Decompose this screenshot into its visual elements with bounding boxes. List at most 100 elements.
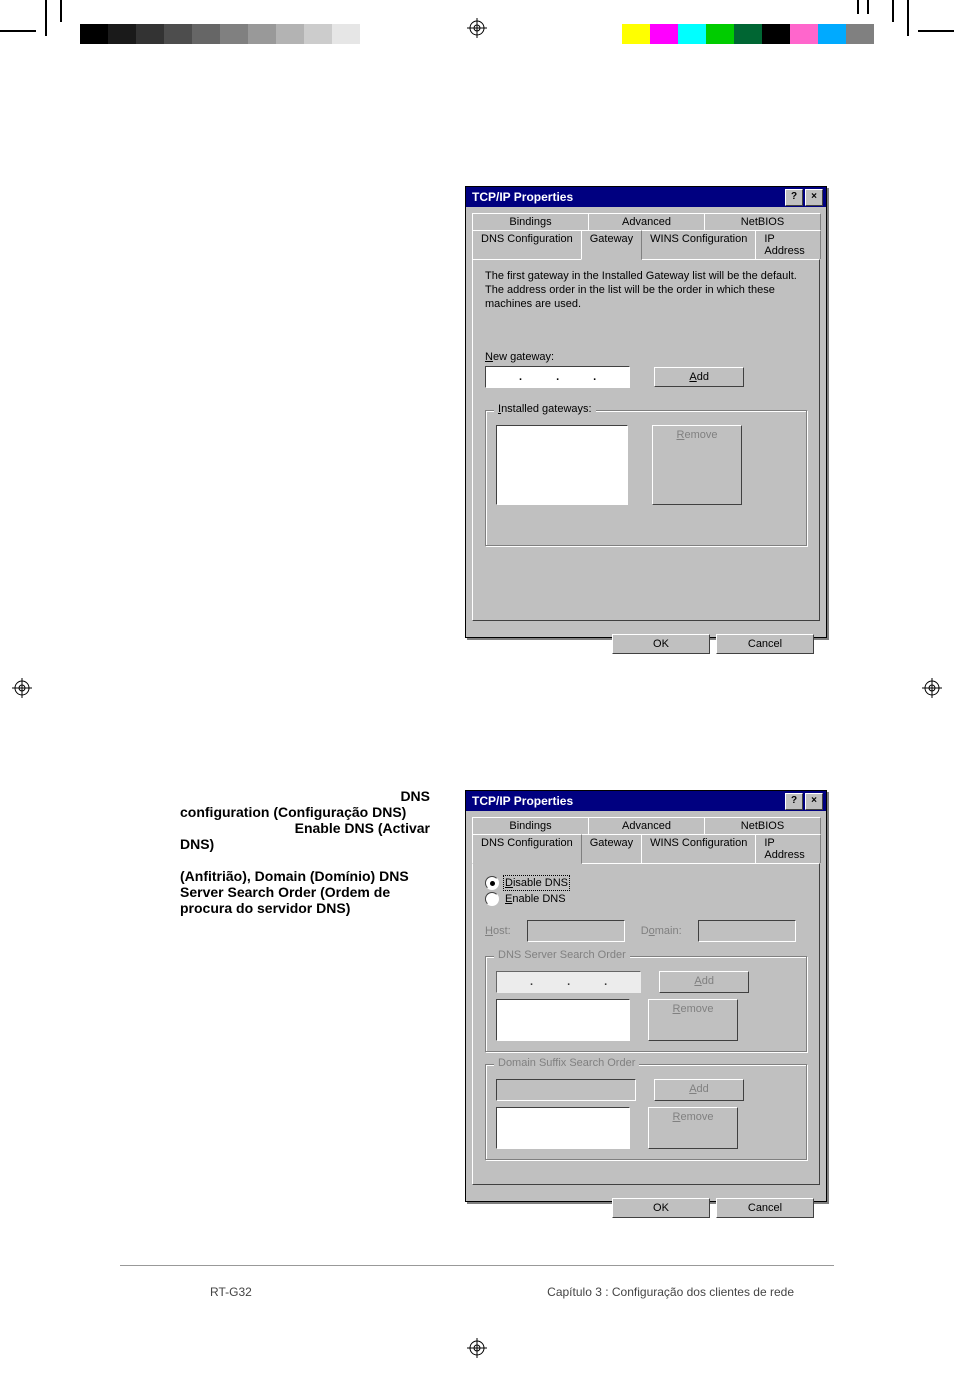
ip-octet-2[interactable] (534, 972, 566, 992)
cancel-button[interactable]: Cancel (716, 634, 814, 654)
titlebar[interactable]: TCP/IP Properties ? × (466, 791, 826, 811)
disable-dns-radio[interactable]: Disable DNS (485, 876, 807, 890)
tcpip-properties-dialog-dns: TCP/IP Properties ? × Bindings Advanced … (465, 790, 827, 1202)
ip-octet-1[interactable] (497, 972, 529, 992)
crop-mark (45, 0, 47, 36)
ip-octet-4[interactable] (597, 367, 629, 387)
body-paragraph-2: (Anfitrião), Domain (Domínio) DNS Server… (180, 868, 430, 916)
radio-icon (485, 876, 499, 890)
text-line: DNS (180, 788, 430, 804)
close-button[interactable]: × (805, 189, 823, 206)
titlebar[interactable]: TCP/IP Properties ? × (466, 187, 826, 207)
tab-bindings[interactable]: Bindings (472, 213, 589, 230)
footer-model: RT-G32 (210, 1285, 252, 1299)
radio-icon (485, 892, 499, 906)
suffix-add-button[interactable]: Add (654, 1079, 744, 1101)
installed-gateways-label: Installed gateways: (494, 403, 596, 415)
registration-mark-icon (12, 678, 32, 698)
ok-button[interactable]: OK (612, 1198, 710, 1218)
registration-mark-icon (467, 1338, 487, 1358)
text-line: (Anfitrião), Domain (Domínio) (180, 868, 375, 884)
tab-advanced[interactable]: Advanced (588, 817, 705, 834)
tabstrip: Bindings Advanced NetBIOS DNS Configurat… (472, 817, 820, 863)
domain-input[interactable] (698, 920, 796, 942)
tab-advanced[interactable]: Advanced (588, 213, 705, 230)
suffix-remove-button[interactable]: Remove (648, 1107, 738, 1149)
new-gateway-ip-input[interactable]: . . . (485, 366, 630, 388)
tab-ip-address[interactable]: IP Address (755, 834, 821, 863)
tab-gateway[interactable]: Gateway (581, 834, 642, 863)
host-label: Host: (485, 925, 511, 937)
help-button[interactable]: ? (785, 793, 803, 810)
installed-gateways-listbox[interactable] (496, 425, 628, 505)
installed-gateways-group: Installed gateways: Remove (485, 410, 807, 546)
cmyk-color-bar (622, 24, 874, 44)
host-input[interactable] (527, 920, 625, 942)
text-line: configuration (Configuração DNS) (180, 804, 430, 820)
crop-mark (0, 30, 36, 32)
disable-dns-label: Disable DNS (505, 877, 568, 889)
text-line: DNS) (180, 836, 430, 852)
tab-netbios[interactable]: NetBIOS (704, 213, 821, 230)
tab-bindings[interactable]: Bindings (472, 817, 589, 834)
dns-search-order-label: DNS Server Search Order (494, 949, 630, 961)
dns-search-order-group: DNS Server Search Order . . . Add Remove (485, 956, 807, 1052)
dns-ip-input[interactable]: . . . (496, 971, 641, 993)
ip-octet-3[interactable] (571, 972, 603, 992)
close-icon: × (811, 191, 817, 202)
dns-listbox[interactable] (496, 999, 630, 1041)
gateway-description: The first gateway in the Installed Gatew… (485, 270, 807, 311)
body-paragraph-1: DNS configuration (Configuração DNS) Ena… (180, 788, 430, 852)
question-icon: ? (791, 191, 797, 202)
crop-mark (918, 30, 954, 32)
tab-wins-configuration[interactable]: WINS Configuration (641, 230, 756, 259)
domain-suffix-label: Domain Suffix Search Order (494, 1057, 639, 1069)
remove-gateway-button[interactable]: Remove (652, 425, 742, 505)
footer-chapter: Capítulo 3 : Configuração dos clientes d… (547, 1285, 794, 1299)
ip-octet-4[interactable] (608, 972, 640, 992)
dns-remove-button[interactable]: Remove (648, 999, 738, 1041)
enable-dns-radio[interactable]: Enable DNS (485, 892, 807, 906)
question-icon: ? (791, 795, 797, 806)
crop-mark (907, 0, 909, 36)
add-gateway-button[interactable]: Add (654, 367, 744, 387)
registration-mark-icon (922, 678, 942, 698)
crop-mark (60, 0, 62, 22)
suffix-input[interactable] (496, 1079, 636, 1101)
new-gateway-label: New gateway: (485, 351, 807, 363)
window-title: TCP/IP Properties (472, 794, 573, 808)
crop-mark (892, 0, 894, 22)
dialog-button-bar: OK Cancel (472, 627, 820, 661)
dns-add-button[interactable]: Add (659, 971, 749, 993)
tab-panel-gateway: The first gateway in the Installed Gatew… (472, 259, 820, 621)
suffix-listbox[interactable] (496, 1107, 630, 1149)
tab-dns-configuration[interactable]: DNS Configuration (472, 834, 582, 864)
crop-mark (857, 0, 859, 14)
footer-divider (120, 1265, 834, 1266)
tcpip-properties-dialog-gateway: TCP/IP Properties ? × Bindings Advanced … (465, 186, 827, 638)
dialog-button-bar: OK Cancel (472, 1191, 820, 1225)
cancel-button[interactable]: Cancel (716, 1198, 814, 1218)
enable-dns-label: Enable DNS (505, 893, 566, 905)
text-line: Enable DNS (Activar (180, 820, 430, 836)
ip-octet-1[interactable] (486, 367, 518, 387)
close-icon: × (811, 795, 817, 806)
ok-button[interactable]: OK (612, 634, 710, 654)
grayscale-color-bar (80, 24, 360, 44)
domain-label: Domain: (641, 925, 682, 937)
domain-suffix-group: Domain Suffix Search Order Add Remove (485, 1064, 807, 1160)
close-button[interactable]: × (805, 793, 823, 810)
tab-gateway[interactable]: Gateway (581, 230, 642, 260)
tab-dns-configuration[interactable]: DNS Configuration (472, 230, 582, 259)
tabstrip: Bindings Advanced NetBIOS DNS Configurat… (472, 213, 820, 259)
help-button[interactable]: ? (785, 189, 803, 206)
window-title: TCP/IP Properties (472, 190, 573, 204)
registration-mark-icon (467, 18, 487, 38)
ip-octet-2[interactable] (523, 367, 555, 387)
tab-netbios[interactable]: NetBIOS (704, 817, 821, 834)
tab-wins-configuration[interactable]: WINS Configuration (641, 834, 756, 863)
tab-panel-dns: Disable DNS Enable DNS Host: Domain: DNS… (472, 863, 820, 1185)
ip-octet-3[interactable] (560, 367, 592, 387)
tab-ip-address[interactable]: IP Address (755, 230, 821, 259)
crop-mark (867, 0, 869, 14)
